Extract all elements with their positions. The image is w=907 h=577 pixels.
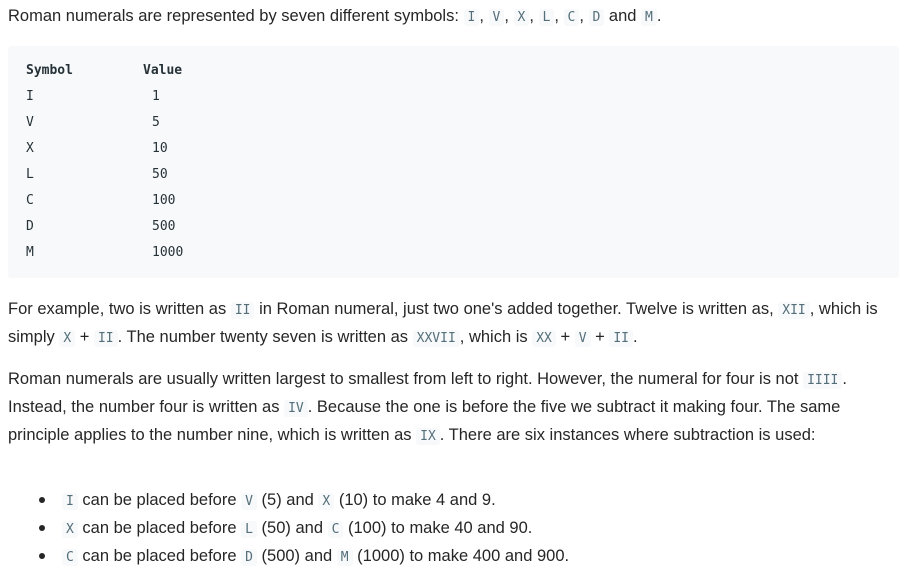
list-item: I can be placed before V (5) and X (10) … [8, 487, 569, 515]
inline-code: II [230, 302, 255, 319]
inline-code: V [574, 330, 591, 347]
symbol-value-code-block: Symbol Value I 1 V 5 X 10 L 50 C 100 D 5… [8, 46, 899, 278]
text: in Roman numeral, just two one's added t… [254, 300, 779, 318]
row-symbol: D [26, 219, 34, 234]
intro-sep: and [604, 7, 642, 25]
inline-code: M [641, 9, 657, 26]
text: can be placed before [77, 491, 242, 509]
row-symbol: C [26, 193, 34, 208]
inline-code: X [318, 493, 335, 510]
inline-code: C [563, 9, 580, 26]
intro-sep: , [479, 7, 489, 25]
row-symbol: V [26, 115, 34, 130]
inline-code: IV [284, 400, 308, 417]
inline-code: XX [532, 330, 556, 347]
text: (50) and [256, 519, 328, 537]
intro-sep: , [529, 7, 539, 25]
text: . [632, 328, 638, 346]
text: + [590, 328, 610, 346]
inline-code: X [59, 330, 76, 347]
inline-code: C [62, 549, 78, 566]
intro-sep: , [504, 7, 514, 25]
row-symbol: M [26, 245, 34, 260]
row-value: 500 [152, 219, 176, 234]
inline-code: X [513, 9, 530, 26]
header-symbol: Symbol [26, 63, 73, 78]
inline-code: C [327, 521, 344, 538]
inline-code: I [463, 9, 480, 26]
inline-code: V [241, 493, 257, 510]
text: . The number twenty seven is written as [117, 328, 413, 346]
inline-code: IX [416, 428, 440, 445]
row-value: 50 [152, 167, 168, 182]
intro-sep: , [579, 7, 589, 25]
row-symbol: X [26, 141, 34, 156]
text: + [555, 328, 575, 346]
inline-code: I [62, 493, 78, 510]
text: (1000) to make 400 and 900. [352, 547, 570, 565]
inline-code: II [609, 330, 633, 347]
inline-code: V [488, 9, 505, 26]
text: (500) and [256, 547, 337, 565]
text: For example, two is written as [8, 300, 231, 318]
row-value: 10 [152, 141, 168, 156]
text: can be placed before [77, 519, 242, 537]
inline-code: II [93, 330, 118, 347]
inline-code: D [241, 549, 257, 566]
inline-code: D [588, 9, 605, 26]
subtraction-rules-list: I can be placed before V (5) and X (10) … [8, 487, 569, 571]
text: Roman numerals are usually written large… [8, 370, 804, 388]
example-paragraph: For example, two is written as II in Rom… [8, 296, 899, 352]
row-value: 1 [152, 89, 160, 104]
inline-code: XII [778, 302, 810, 319]
row-value: 100 [152, 193, 176, 208]
row-symbol: L [26, 167, 34, 182]
row-value: 5 [152, 115, 160, 130]
text: can be placed before [77, 547, 242, 565]
intro-paragraph: Roman numerals are represented by seven … [8, 3, 661, 31]
text: (100) to make 40 and 90. [343, 519, 533, 537]
intro-sep: , [554, 7, 564, 25]
inline-code: X [62, 521, 78, 538]
list-item: X can be placed before L (50) and C (100… [8, 515, 569, 543]
text: (5) and [256, 491, 319, 509]
inline-code: L [241, 521, 257, 538]
text: , which is [459, 328, 533, 346]
intro-end: . [656, 7, 662, 25]
header-value: Value [143, 63, 183, 78]
row-symbol: I [26, 89, 34, 104]
row-value: 1000 [152, 245, 184, 260]
inline-code: XXVII [412, 330, 460, 347]
text: + [75, 328, 94, 346]
text: . There are six instances where subtract… [439, 426, 816, 444]
inline-code: IIII [803, 372, 843, 389]
inline-code: L [538, 9, 555, 26]
subtraction-paragraph: Roman numerals are usually written large… [8, 366, 899, 450]
list-item: C can be placed before D (500) and M (10… [8, 543, 569, 571]
text: (10) to make 4 and 9. [334, 491, 496, 509]
inline-code: M [336, 549, 353, 566]
intro-text: Roman numerals are represented by seven … [8, 7, 464, 25]
